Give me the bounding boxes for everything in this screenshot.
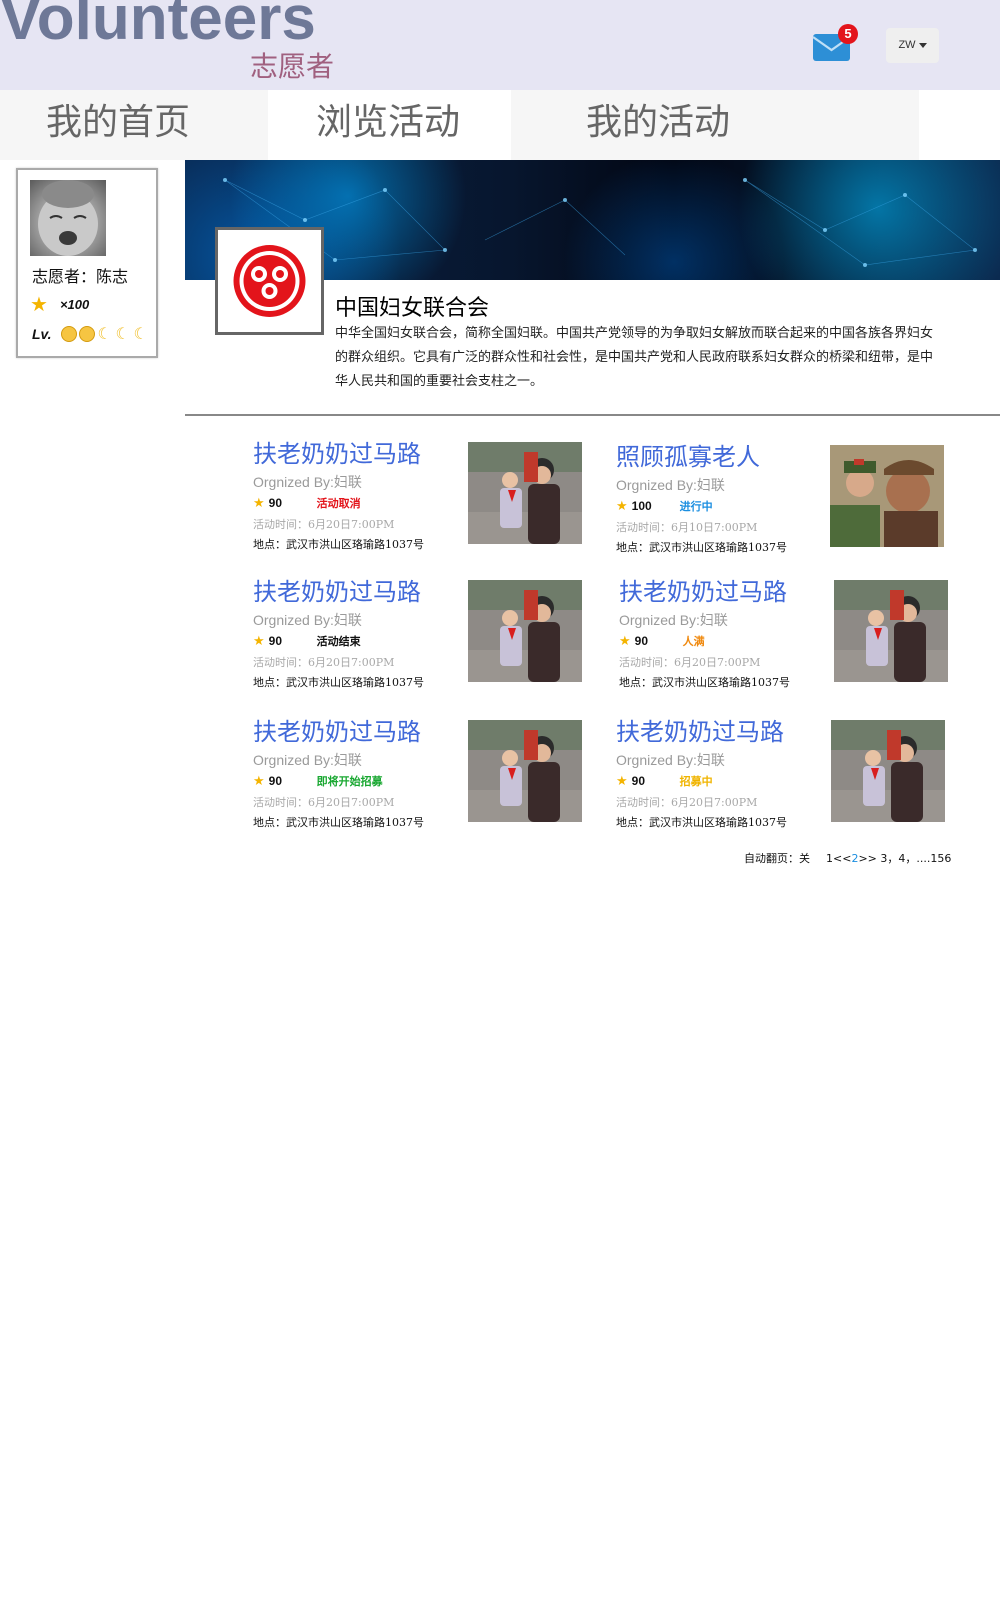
activity-points: 90 (268, 774, 283, 788)
page-first[interactable]: 1<< (826, 852, 851, 865)
moon-icon: ☾ (97, 324, 112, 343)
organization-logo (215, 227, 324, 335)
star-icon: ★ (616, 773, 628, 788)
activity-status: 进行中 (679, 501, 713, 513)
user-menu-label: ZW (898, 39, 916, 51)
level-row: Lv. ☾ ☾ ☾ (32, 324, 151, 344)
activity-points: 90 (268, 634, 283, 648)
star-icon: ★ (30, 292, 48, 316)
activity-organizer: Orgnized By:妇联 (253, 752, 362, 768)
children-crossing-photo (831, 720, 945, 822)
header: Volunteers 志愿者 5 ZW (0, 0, 1000, 90)
tab-my-home[interactable]: 我的首页 (0, 90, 268, 160)
profile-card: 志愿者：陈志 ★ ×100 Lv. ☾ ☾ ☾ (16, 168, 158, 358)
activity-organizer: Orgnized By:妇联 (253, 612, 362, 628)
activity-meta: ★ 100 进行中 (616, 497, 713, 515)
activity-location: 地点：武汉市洪山区珞瑜路1037号 (253, 538, 424, 551)
star-count: ×100 (59, 296, 90, 312)
activity-meta: ★ 90 招募中 (616, 772, 713, 790)
mail-count-badge: 5 (838, 24, 858, 44)
activity-organizer: Orgnized By:妇联 (253, 474, 362, 490)
activity-status: 即将开始招募 (316, 776, 383, 788)
sun-face-icon (61, 326, 78, 342)
star-icon: ★ (253, 495, 265, 510)
activity-photo[interactable] (468, 442, 582, 544)
activity-title[interactable]: 扶老奶奶过马路 (253, 440, 421, 468)
brand-title: Volunteers (0, 0, 316, 53)
activity-location: 地点：武汉市洪山区珞瑜路1037号 (253, 676, 424, 689)
divider (185, 414, 1000, 416)
activity-photo[interactable] (831, 720, 945, 822)
avatar[interactable] (30, 180, 106, 256)
activity-points: 90 (268, 496, 283, 510)
activity-organizer: Orgnized By:妇联 (616, 752, 725, 768)
activity-organizer: Orgnized By:妇联 (619, 612, 728, 628)
activity-title[interactable]: 扶老奶奶过马路 (253, 578, 421, 606)
activity-photo[interactable] (834, 580, 948, 682)
organization-name: 中国妇女联合会 (335, 296, 490, 321)
activity-points: 90 (634, 634, 649, 648)
activity-time: 活动时间：6月20日7:00PM (253, 518, 395, 531)
womens-federation-logo-icon (233, 245, 306, 317)
activity-title[interactable]: 扶老奶奶过马路 (616, 718, 784, 746)
activity-status: 人满 (682, 636, 705, 648)
children-crossing-photo (468, 720, 582, 822)
activity-points: 90 (631, 774, 646, 788)
activity-meta: ★ 90 活动结束 (253, 632, 361, 650)
activity-meta: ★ 90 人满 (619, 632, 705, 650)
tab-browse-activities[interactable]: 浏览活动 (268, 90, 511, 160)
activity-status: 活动取消 (316, 498, 361, 510)
activity-organizer: Orgnized By:妇联 (616, 477, 725, 493)
activity-location: 地点：武汉市洪山区珞瑜路1037号 (253, 816, 424, 829)
star-icon: ★ (253, 633, 265, 648)
activity-photo[interactable] (830, 445, 944, 547)
activity-title[interactable]: 扶老奶奶过马路 (619, 578, 787, 606)
level-label: Lv. (32, 326, 52, 342)
user-menu-dropdown[interactable]: ZW (886, 28, 939, 63)
children-crossing-photo (834, 580, 948, 682)
main-nav: 我的首页 浏览活动 我的活动 (0, 90, 1000, 160)
volunteer-name: 志愿者：陈志 (32, 267, 129, 286)
children-crossing-photo (468, 442, 582, 544)
activity-location: 地点：武汉市洪山区珞瑜路1037号 (619, 676, 790, 689)
activity-photo[interactable] (468, 580, 582, 682)
page-rest[interactable]: >> 3，4，....156 (858, 852, 951, 865)
moon-icon: ☾ (115, 324, 130, 343)
organization-description: 中华全国妇女联合会，简称全国妇联。中国共产党领导的为争取妇女解放而联合起来的中国… (335, 326, 934, 389)
elderly-soldier-photo (830, 445, 944, 547)
activity-status: 活动结束 (316, 636, 361, 648)
star-score: ★ ×100 (30, 294, 89, 314)
brand-subtitle: 志愿者 (250, 50, 335, 83)
pagination: 自动翻页：关 1<<2>> 3，4，....156 (744, 850, 951, 866)
auto-page-toggle[interactable]: 自动翻页：关 (744, 852, 810, 865)
activity-status: 招募中 (679, 776, 713, 788)
activity-time: 活动时间：6月20日7:00PM (253, 656, 395, 669)
activity-location: 地点：武汉市洪山区珞瑜路1037号 (616, 816, 787, 829)
moon-icon: ☾ (133, 324, 148, 343)
activity-photo[interactable] (468, 720, 582, 822)
star-icon: ★ (253, 773, 265, 788)
activity-meta: ★ 90 活动取消 (253, 494, 361, 512)
star-icon: ★ (616, 498, 628, 513)
activity-meta: ★ 90 即将开始招募 (253, 772, 383, 790)
star-icon: ★ (619, 633, 631, 648)
activity-points: 100 (631, 499, 652, 513)
caret-down-icon (918, 42, 927, 48)
baby-face-icon (38, 180, 98, 256)
activity-time: 活动时间：6月20日7:00PM (619, 656, 761, 669)
activity-time: 活动时间：6月20日7:00PM (253, 796, 395, 809)
activity-time: 活动时间：6月20日7:00PM (616, 796, 758, 809)
activity-title[interactable]: 照顾孤寡老人 (616, 443, 760, 471)
tab-my-activities[interactable]: 我的活动 (511, 90, 919, 160)
sun-face-icon (79, 326, 96, 342)
activity-location: 地点：武汉市洪山区珞瑜路1037号 (616, 541, 787, 554)
children-crossing-photo (468, 580, 582, 682)
activity-title[interactable]: 扶老奶奶过马路 (253, 718, 421, 746)
activity-time: 活动时间：6月10日7:00PM (616, 521, 758, 534)
